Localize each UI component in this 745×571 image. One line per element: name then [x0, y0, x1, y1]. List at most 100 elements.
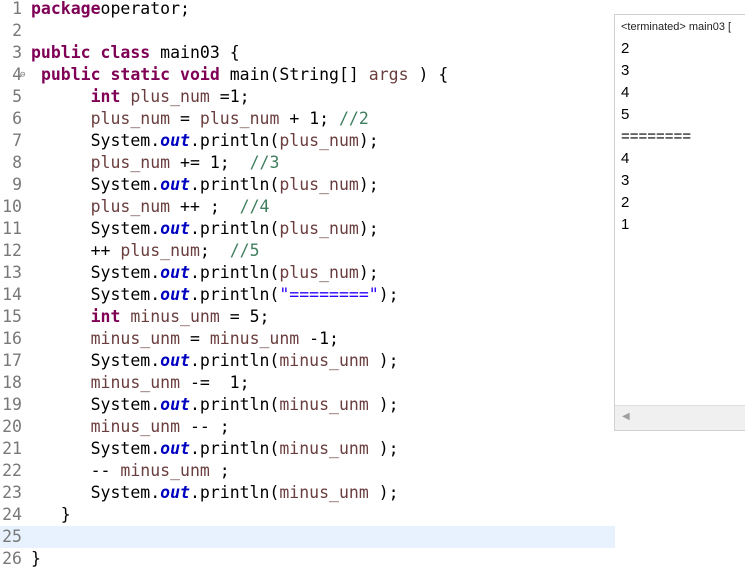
- code-token: static: [110, 65, 171, 84]
- code-token: ++: [31, 241, 121, 260]
- code-token: minus_unm: [279, 483, 369, 502]
- code-text: plus_num += 1; //3: [31, 152, 280, 174]
- code-token: out: [160, 483, 190, 502]
- code-line[interactable]: 16 minus_unm = minus_unm -1;: [0, 328, 615, 350]
- code-token: //2: [339, 109, 369, 128]
- code-line[interactable]: 3 public class main03 {: [0, 42, 615, 64]
- code-line[interactable]: 14 System.out.println("========");: [0, 284, 615, 306]
- code-text: public static void main(String[] args ) …: [31, 64, 448, 86]
- code-line[interactable]: 20 minus_unm -- ;: [0, 416, 615, 438]
- console-output-line: ========: [621, 128, 692, 145]
- code-text: int minus_unm = 5;: [31, 306, 270, 328]
- code-line[interactable]: 5 int plus_num =1;: [0, 86, 615, 108]
- code-token: }: [31, 549, 41, 568]
- code-token: =1;: [209, 87, 250, 106]
- console-output-line: 2: [621, 40, 630, 57]
- line-number: 22: [2, 461, 22, 480]
- code-token: plus_num: [199, 109, 280, 128]
- code-line[interactable]: 7 System.out.println(plus_num);: [0, 130, 615, 152]
- code-token: );: [368, 439, 399, 458]
- code-line[interactable]: 9 System.out.println(plus_num);: [0, 174, 615, 196]
- code-token: .println(: [189, 351, 280, 370]
- code-token: minus_unm: [130, 307, 220, 326]
- code-token: minus_unm: [90, 329, 181, 348]
- code-line[interactable]: 19 System.out.println(minus_unm );: [0, 394, 615, 416]
- code-text: System.out.println("========");: [31, 284, 399, 306]
- code-token: .println(: [189, 219, 280, 238]
- code-text: packageoperator;: [31, 0, 190, 20]
- code-token: );: [358, 131, 379, 150]
- code-token: System.: [31, 395, 161, 414]
- console-view[interactable]: <terminated> main03 [ 2 3 4 5 ======== 4 3 2 1 ◀: [614, 14, 745, 431]
- console-output-line: 4: [621, 84, 630, 101]
- code-token: = 5;: [219, 307, 270, 326]
- code-token: plus_num: [279, 131, 359, 150]
- code-token: out: [160, 439, 190, 458]
- code-line[interactable]: 11 System.out.println(plus_num);: [0, 218, 615, 240]
- code-token: System.: [31, 131, 161, 150]
- code-token: System.: [31, 483, 161, 502]
- code-text: System.out.println(plus_num);: [31, 174, 379, 196]
- code-line[interactable]: 22 -- minus_unm ;: [0, 460, 615, 482]
- code-token: minus_unm: [279, 351, 369, 370]
- code-line[interactable]: 13 System.out.println(plus_num);: [0, 262, 615, 284]
- console-output-line: 4: [621, 150, 630, 167]
- code-token: out: [160, 351, 190, 370]
- code-text: minus_unm -- ;: [31, 416, 230, 438]
- code-token: --: [31, 461, 121, 480]
- fold-toggle-icon[interactable]: ⊖: [20, 64, 25, 86]
- code-line[interactable]: 18 minus_unm -= 1;: [0, 372, 615, 394]
- code-token: //3: [249, 153, 280, 172]
- code-line[interactable]: 10 plus_num ++ ; //4: [0, 196, 615, 218]
- code-line[interactable]: 6 plus_num = plus_num + 1; //2: [0, 108, 615, 130]
- code-token: operator;: [100, 0, 190, 18]
- line-number: 2: [12, 21, 22, 40]
- line-number: 7: [12, 131, 22, 150]
- code-token: System.: [31, 439, 161, 458]
- code-token: plus_num: [90, 109, 171, 128]
- code-token: int: [90, 87, 121, 106]
- line-number: 15: [2, 307, 22, 326]
- code-line[interactable]: 2: [0, 20, 615, 42]
- code-token: plus_num: [120, 241, 200, 260]
- console-horizontal-scrollbar[interactable]: ◀: [615, 405, 745, 430]
- code-line[interactable]: 8 plus_num += 1; //3: [0, 152, 615, 174]
- code-token: "========": [279, 285, 379, 304]
- code-token: .println(: [189, 439, 280, 458]
- code-line[interactable]: 15 int minus_unm = 5;: [0, 306, 615, 328]
- code-line[interactable]: 4 ⊖ public static void main(String[] args…: [0, 64, 615, 86]
- code-line[interactable]: 21 System.out.println(minus_unm );: [0, 438, 615, 460]
- code-line[interactable]: 26}: [0, 548, 615, 570]
- code-token: );: [358, 219, 379, 238]
- code-line[interactable]: 23 System.out.println(minus_unm );: [0, 482, 615, 504]
- code-text: minus_unm -= 1;: [31, 372, 250, 394]
- code-token: );: [368, 351, 399, 370]
- code-editor[interactable]: 1 packageoperator; 2 3 public class main03 {…: [0, 0, 615, 571]
- code-line[interactable]: 25: [0, 526, 615, 548]
- code-token: =: [180, 329, 210, 348]
- code-token: main03 {: [150, 43, 240, 62]
- code-text: }: [31, 504, 71, 526]
- line-number: 21: [2, 439, 22, 458]
- code-line[interactable]: 24 }: [0, 504, 615, 526]
- code-token: //4: [239, 197, 270, 216]
- code-token: plus_num: [90, 153, 171, 172]
- code-token: + 1;: [279, 109, 339, 128]
- code-text: System.out.println(plus_num);: [31, 130, 379, 152]
- scroll-left-icon[interactable]: ◀: [622, 411, 630, 422]
- console-output-line: 1: [621, 216, 630, 233]
- code-token: System.: [31, 175, 161, 194]
- code-line[interactable]: 1 packageoperator;: [0, 0, 615, 20]
- code-line[interactable]: 12 ++ plus_num; //5: [0, 240, 615, 262]
- code-token: args: [368, 65, 409, 84]
- code-token: );: [368, 395, 399, 414]
- code-token: minus_unm: [279, 395, 369, 414]
- code-token: ;: [199, 241, 230, 260]
- code-line[interactable]: 17 System.out.println(minus_unm );: [0, 350, 615, 372]
- code-token: int: [90, 307, 121, 326]
